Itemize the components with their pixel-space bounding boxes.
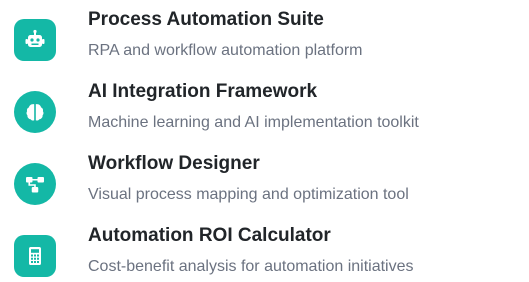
tool-item-automation-roi-calculator[interactable]: Automation ROI Calculator Cost-benefit a… <box>0 216 529 282</box>
tool-title[interactable]: Workflow Designer <box>88 152 260 176</box>
tool-title[interactable]: Automation ROI Calculator <box>88 224 331 248</box>
tool-item-process-automation-suite[interactable]: Process Automation Suite RPA and workflo… <box>0 0 529 66</box>
robot-icon <box>14 19 56 61</box>
tool-title[interactable]: AI Integration Framework <box>88 80 317 104</box>
tool-description: Cost-benefit analysis for automation ini… <box>88 258 414 275</box>
calculator-icon <box>14 235 56 277</box>
tool-item-workflow-designer[interactable]: Workflow Designer Visual process mapping… <box>0 144 529 210</box>
brain-icon <box>14 91 56 133</box>
tool-description: Machine learning and AI implementation t… <box>88 114 419 131</box>
tool-description: RPA and workflow automation platform <box>88 42 363 59</box>
tool-title[interactable]: Process Automation Suite <box>88 8 324 32</box>
tool-description: Visual process mapping and optimization … <box>88 186 409 203</box>
flow-diagram-icon <box>14 163 56 205</box>
tool-item-ai-integration-framework[interactable]: AI Integration Framework Machine learnin… <box>0 72 529 138</box>
